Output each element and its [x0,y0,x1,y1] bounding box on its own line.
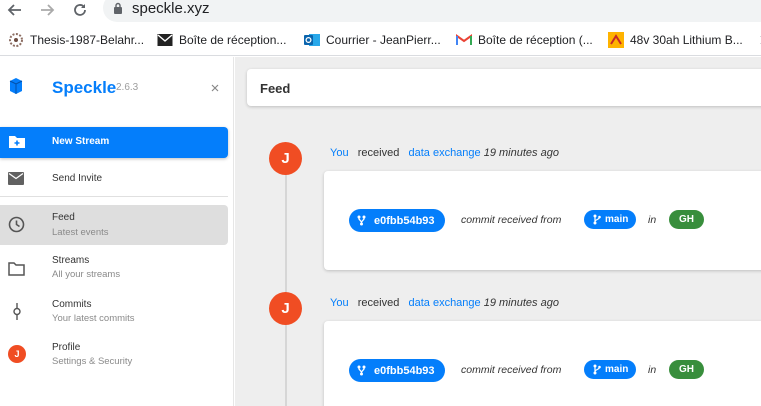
app-chip[interactable]: GH [669,210,704,229]
bookmark-outlook[interactable]: Courrier - JeanPierr... [304,31,441,49]
back-arrow-icon [7,4,21,16]
sidebar-item-profile[interactable]: J Profile Settings & Security [0,336,228,376]
brand-name[interactable]: Speckle [52,78,116,98]
actor-link[interactable]: You [330,147,349,159]
branch-chip[interactable]: main [584,360,637,379]
branch-name: main [605,364,629,375]
activity-time: 19 minutes ago [483,297,559,309]
browser-window: speckle.xyz Thesis-1987-Belahr... Boîte … [0,0,761,406]
bookmark-label: Thesis-1987-Belahr... [30,33,145,47]
timeline-line [285,153,287,406]
aliexpress-icon [608,32,624,48]
mail-envelope-icon [157,32,173,48]
outlook-icon [304,32,320,48]
reload-icon [74,4,86,16]
sidebar-divider [0,196,228,197]
bookmark-label: Courrier - JeanPierr... [326,33,441,47]
avatar[interactable]: J [269,292,302,325]
commit-chip[interactable]: e0fbb54b93 [349,209,445,232]
speckle-logo-icon [9,78,23,94]
source-branch-icon [357,215,366,226]
activity-card: e0fbb54b93 commit received from main in … [324,321,761,406]
close-sidebar-button[interactable] [211,81,219,95]
bookmark-aliexpress[interactable]: 48v 30ah Lithium B... [608,31,743,49]
bookmark-label: Boîte de réception... [179,33,287,47]
activity-line: You received data exchange 19 minutes ag… [330,147,559,159]
feed-header: Feed [247,69,761,106]
sidebar-item-commits[interactable]: Commits Your latest commits [0,293,228,333]
in-label: in [648,364,657,376]
activity-verb: received [357,297,400,309]
feed-main: Feed J You received data exchange 19 min… [235,57,761,406]
commit-id: e0fbb54b93 [374,364,435,377]
clock-icon [8,216,25,233]
activity-line: You received data exchange 19 minutes ag… [330,297,559,309]
source-branch-icon [357,365,366,376]
avatar: J [8,345,26,363]
sidebar-item-title: Commits [52,299,92,310]
commit-message: commit received from [461,214,562,226]
thesis-favicon-icon [8,32,24,48]
commit-id: e0fbb54b93 [374,214,435,227]
activity-card: e0fbb54b93 commit received from main in … [324,171,761,270]
page-title: Feed [260,81,291,96]
forward-arrow-icon [41,4,55,16]
stream-link[interactable]: data exchange [408,297,480,309]
bookmarks-overflow[interactable] [755,31,761,49]
bookmark-label: Boîte de réception (... [478,33,593,47]
reload-button[interactable] [70,0,90,20]
branch-name: main [605,214,629,225]
browser-toolbar: speckle.xyz [0,0,761,25]
close-icon [211,84,219,92]
bookmark-label: 48v 30ah Lithium B... [630,33,743,47]
sidebar-item-subtitle: Settings & Security [52,356,133,367]
sidebar: Speckle 2.6.3 New Stream Send Invite Fee… [0,57,234,406]
actor-link[interactable]: You [330,297,349,309]
envelope-icon [8,172,24,185]
commit-icon [13,303,21,320]
send-invite-button[interactable]: Send Invite [0,165,228,191]
version-label: 2.6.3 [116,82,139,93]
sidebar-item-streams[interactable]: Streams All your streams [0,249,228,289]
chevron-right-icon [755,32,761,48]
bookmark-gmail[interactable]: Boîte de réception (... [456,31,593,49]
url-text: speckle.xyz [132,0,210,17]
bookmark-thesis[interactable]: Thesis-1987-Belahr... [8,31,144,49]
sidebar-item-title: Streams [52,255,90,266]
commit-chip[interactable]: e0fbb54b93 [349,359,445,382]
forward-button[interactable] [37,0,57,20]
sidebar-item-subtitle: Latest events [52,227,109,238]
app-chip[interactable]: GH [669,360,704,379]
branch-chip[interactable]: main [584,210,637,229]
new-stream-button[interactable]: New Stream [0,127,228,158]
folder-icon [8,262,25,276]
new-stream-label: New Stream [52,136,110,147]
sidebar-item-subtitle: Your latest commits [52,313,135,324]
bookmark-inbox[interactable]: Boîte de réception... [157,31,286,49]
commit-message: commit received from [461,364,562,376]
gmail-icon [456,32,472,48]
lock-icon [114,2,122,14]
add-folder-icon [9,136,25,148]
sidebar-item-feed[interactable]: Feed Latest events [0,205,228,245]
sidebar-item-subtitle: All your streams [52,269,121,280]
sidebar-item-title: Feed [52,212,75,223]
activity-time: 19 minutes ago [483,147,559,159]
speckle-app: Speckle 2.6.3 New Stream Send Invite Fee… [0,57,761,406]
activity-verb: received [357,147,400,159]
branch-icon [593,214,601,225]
send-invite-label: Send Invite [52,173,103,184]
in-label: in [648,214,657,226]
sidebar-header: Speckle 2.6.3 [0,57,234,117]
stream-link[interactable]: data exchange [408,147,480,159]
avatar[interactable]: J [269,142,302,175]
branch-icon [593,364,601,375]
sidebar-item-title: Profile [52,342,81,353]
bookmarks-bar: Thesis-1987-Belahr... Boîte de réception… [0,25,761,56]
back-button[interactable] [5,0,25,20]
